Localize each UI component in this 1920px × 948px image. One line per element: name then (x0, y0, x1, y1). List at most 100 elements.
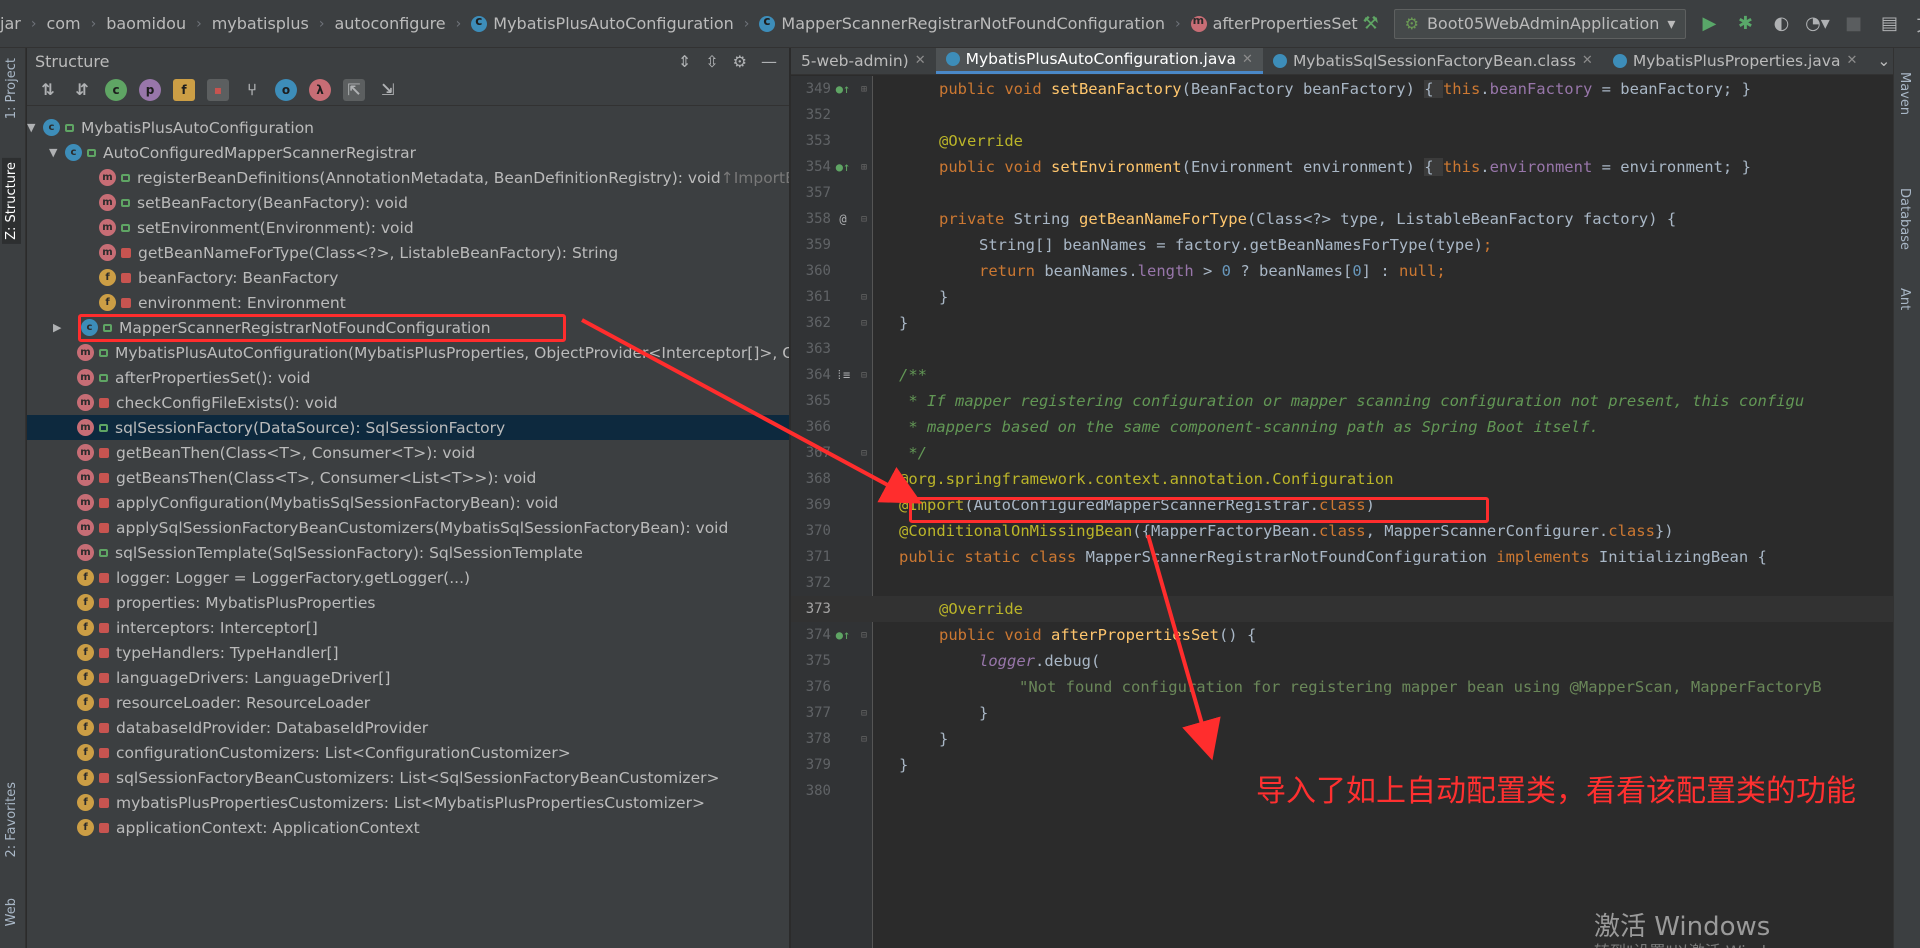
sort-visibility-icon[interactable]: ⇅ (37, 79, 59, 101)
profile-icon[interactable]: ◔▾ (1804, 11, 1830, 37)
show-inherited-icon[interactable]: c (105, 78, 127, 101)
tab-database[interactable]: Database (1897, 188, 1912, 250)
fold-icon[interactable]: ⊟ (855, 630, 873, 641)
tree-item-method[interactable]: m getBeanThen(Class<T>, Consumer<T>): vo… (27, 440, 789, 465)
breadcrumb-item-baomidou[interactable]: baomidou › (106, 14, 211, 33)
code-line[interactable]: 372 (791, 570, 1893, 596)
tree-item-field[interactable]: f sqlSessionFactoryBeanCustomizers: List… (27, 765, 789, 790)
tab-favorites[interactable]: 2: Favorites (2, 778, 21, 862)
fold-icon[interactable]: ⊟ (855, 318, 873, 329)
tree-item-method[interactable]: m applyConfiguration(MybatisSqlSessionFa… (27, 490, 789, 515)
tree-item-field[interactable]: f properties: MybatisPlusProperties (27, 590, 789, 615)
show-anonymous-icon[interactable]: o (275, 78, 297, 101)
code-line[interactable]: 362 ⊟ } (791, 310, 1893, 336)
chevron-down-icon[interactable]: ⌄ (1877, 52, 1890, 70)
tab-ant[interactable]: Ant (1897, 288, 1912, 310)
code-line[interactable]: 354 ●↑ ⊞ public void setEnvironment(Enviro… (791, 154, 1893, 180)
close-icon[interactable]: ✕ (1846, 53, 1857, 68)
show-non-public-icon[interactable]: ▪ (207, 78, 229, 101)
tree-item-constructor[interactable]: m MybatisPlusAutoConfiguration(MybatisPl… (27, 340, 789, 365)
code-line[interactable]: 361 ⊟ } (791, 284, 1893, 310)
close-icon[interactable]: ✕ (1242, 52, 1253, 67)
tree-item-field[interactable]: f configurationCustomizers: List<Configu… (27, 740, 789, 765)
code-line[interactable]: 364 ⁞≡ ⊟ /** (791, 362, 1893, 388)
code-line[interactable]: 374 ●↑ ⊟ public void afterPropertiesSet() … (791, 622, 1893, 648)
tree-item-field[interactable]: f interceptors: Interceptor[] (27, 615, 789, 640)
show-fields-icon[interactable]: f (173, 78, 195, 101)
run-configuration-select[interactable]: ⚙ Boot05WebAdminApplication ▾ (1393, 8, 1687, 39)
chevron-right-icon[interactable]: ▶ (53, 321, 61, 334)
tree-item-field[interactable]: f beanFactory: BeanFactory (27, 265, 789, 290)
tree-item-method[interactable]: m checkConfigFileExists(): void (27, 390, 789, 415)
breadcrumb-item-com[interactable]: com › (46, 14, 106, 33)
code-line[interactable]: 365 * If mapper registering configuratio… (791, 388, 1893, 414)
code-line[interactable]: 366 * mappers based on the same componen… (791, 414, 1893, 440)
tree-item-field[interactable]: f mybatisPlusPropertiesCustomizers: List… (27, 790, 789, 815)
code-line[interactable]: 376 "Not found configuration for registe… (791, 674, 1893, 700)
hide-icon[interactable]: — (761, 52, 777, 71)
tree-item-method-selected[interactable]: m sqlSessionFactory(DataSource): SqlSess… (27, 415, 789, 440)
tab-web-admin[interactable]: 5-web-admin) ✕ (791, 48, 936, 74)
code-line[interactable]: 371 public static class MapperScannerReg… (791, 544, 1893, 570)
tree-item-method[interactable]: m getBeansThen(Class<T>, Consumer<List<T… (27, 465, 789, 490)
fold-icon[interactable]: ⊟ (855, 292, 873, 303)
breadcrumb-item-autoconfigure[interactable]: autoconfigure › (334, 14, 471, 33)
code-line[interactable]: 357 (791, 180, 1893, 206)
project-structure-icon[interactable]: ▤ (1876, 11, 1902, 37)
show-hierarchy-icon[interactable]: ⑂ (241, 79, 263, 101)
fold-icon[interactable]: ⊟ (855, 214, 873, 225)
tree-item-field[interactable]: f environment: Environment (27, 290, 789, 315)
doc-toggle-icon[interactable]: ⁞≡ (831, 368, 855, 383)
implements-marker-icon[interactable]: ●↑ (831, 628, 855, 642)
code-line-current[interactable]: 373 @Override (791, 596, 1893, 622)
tab-more[interactable]: ⌄ (1867, 48, 1893, 74)
expand-all-icon[interactable]: ⇕ (678, 52, 691, 71)
collapse-all-icon[interactable]: ⇳ (705, 52, 718, 71)
code-line[interactable]: 353 @Override (791, 128, 1893, 154)
close-icon[interactable]: ✕ (915, 53, 926, 68)
autoscroll-from-source-icon[interactable]: ⇲ (377, 79, 399, 101)
show-lambdas-icon[interactable]: λ (309, 78, 331, 101)
hammer-build-icon[interactable]: ⚒ (1358, 11, 1384, 37)
tree-item-method[interactable]: m sqlSessionTemplate(SqlSessionFactory):… (27, 540, 789, 565)
code-line[interactable]: 349 ●↑ ⊞ public void setBeanFactory(BeanFa… (791, 76, 1893, 102)
breadcrumb-item-mybatisplus[interactable]: mybatisplus › (212, 14, 335, 33)
breadcrumb-item-jar[interactable]: jar › (0, 14, 46, 33)
code-line[interactable]: 367 ⊟ */ (791, 440, 1893, 466)
fold-icon[interactable]: ⊞ (855, 84, 873, 95)
debug-icon[interactable]: ✱ (1732, 11, 1758, 37)
fold-icon[interactable]: ⊟ (855, 448, 873, 459)
code-line[interactable]: 363 (791, 336, 1893, 362)
autoscroll-to-source-icon[interactable]: ⇱ (343, 78, 365, 101)
tree-item-field[interactable]: f resourceLoader: ResourceLoader (27, 690, 789, 715)
coverage-icon[interactable]: ◐ (1768, 11, 1794, 37)
tree-item-inner-class[interactable]: ▼ c AutoConfiguredMapperScannerRegistrar (27, 140, 789, 165)
fold-icon[interactable]: ⊟ (855, 734, 873, 745)
run-icon[interactable]: ▶ (1696, 11, 1722, 37)
tree-item-field[interactable]: f typeHandlers: TypeHandler[] (27, 640, 789, 665)
close-icon[interactable]: ✕ (1582, 53, 1593, 68)
tab-project[interactable]: 1: Project (2, 54, 21, 123)
tab-structure[interactable]: Z: Structure (2, 158, 21, 244)
code-line[interactable]: 375 logger.debug( (791, 648, 1893, 674)
fold-icon[interactable]: ⊟ (855, 370, 873, 381)
override-marker-icon[interactable]: ●↑ (831, 160, 855, 174)
breadcrumb-item-method[interactable]: afterPropertiesSet (1190, 14, 1358, 33)
gear-icon[interactable]: ⚙ (733, 52, 747, 71)
tree-item-method[interactable]: m getBeanNameForType(Class<?>, ListableB… (27, 240, 789, 265)
tree-item-method[interactable]: m applySqlSessionFactoryBeanCustomizers(… (27, 515, 789, 540)
tree-item-method[interactable]: m afterPropertiesSet(): void (27, 365, 789, 390)
tree-item-field[interactable]: f applicationContext: ApplicationContext (27, 815, 789, 840)
tab-web[interactable]: Web (2, 894, 21, 930)
tree-item-field[interactable]: f databaseIdProvider: DatabaseIdProvider (27, 715, 789, 740)
code-line[interactable]: 358 @ ⊟ private String getBeanNameForType(… (791, 206, 1893, 232)
fold-icon[interactable]: ⊟ (855, 708, 873, 719)
breadcrumb-item-inner-class[interactable]: MapperScannerRegistrarNotFoundConfigurat… (759, 14, 1190, 33)
tab-maven[interactable]: Maven (1897, 72, 1912, 115)
tab-mybatissqlsessionfactorybean[interactable]: MybatisSqlSessionFactoryBean.class ✕ (1263, 48, 1603, 74)
tree-item-method[interactable]: m setEnvironment(Environment): void (27, 215, 789, 240)
code-line[interactable]: 360 return beanNames.length > 0 ? beanNa… (791, 258, 1893, 284)
code-line[interactable]: 368 @org.springframework.context.annotat… (791, 466, 1893, 492)
tree-item-method[interactable]: m setBeanFactory(BeanFactory): void (27, 190, 789, 215)
fold-icon[interactable]: ⊞ (855, 162, 873, 173)
